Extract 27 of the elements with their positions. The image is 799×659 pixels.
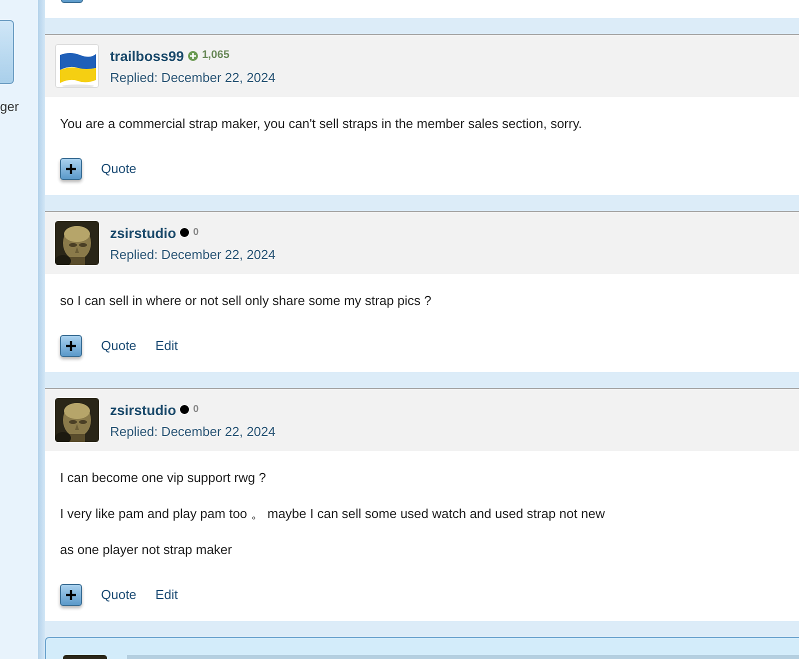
plus-button[interactable] (60, 584, 82, 606)
username-link[interactable]: zsirstudio (110, 402, 176, 416)
plus-icon (66, 341, 76, 351)
reply-date: Replied: December 22, 2024 (110, 70, 276, 84)
username-link[interactable]: zsirstudio (110, 226, 176, 240)
post-text: I can become one vip support rwg ? (60, 470, 267, 486)
reputation-count: 0 (193, 404, 199, 414)
action-link[interactable]: Quote (101, 336, 136, 356)
plus-button[interactable] (60, 158, 82, 180)
action-link[interactable]: Edit (155, 585, 178, 605)
username-link[interactable]: trailboss99 (110, 48, 184, 62)
action-link[interactable]: Edit (155, 336, 178, 356)
action-link[interactable]: Quote (101, 585, 136, 605)
post-text: You are a commercial strap maker, you can't sell straps in the member sales section, sorry. (60, 116, 583, 132)
post-text: so I can sell in where or not sell only share some my strap pics ? (60, 293, 432, 309)
action-link[interactable]: Quote (101, 159, 136, 179)
reply-date: Replied: December 22, 2024 (110, 424, 276, 438)
reputation-count: 1,065 (202, 50, 230, 61)
reply-date: Replied: December 22, 2024 (110, 248, 276, 260)
post-text: as one player not strap maker (60, 542, 233, 558)
post-text: I very like pam and play pam too 。 maybe I can sell some used watch and used strap not new (60, 506, 606, 522)
plus-icon (66, 164, 76, 174)
plus-icon (66, 590, 76, 600)
reputation-count: 0 (193, 228, 199, 238)
sidebar-text: ger (0, 100, 20, 113)
plus-button[interactable] (60, 335, 82, 357)
plus-icon (188, 50, 198, 60)
